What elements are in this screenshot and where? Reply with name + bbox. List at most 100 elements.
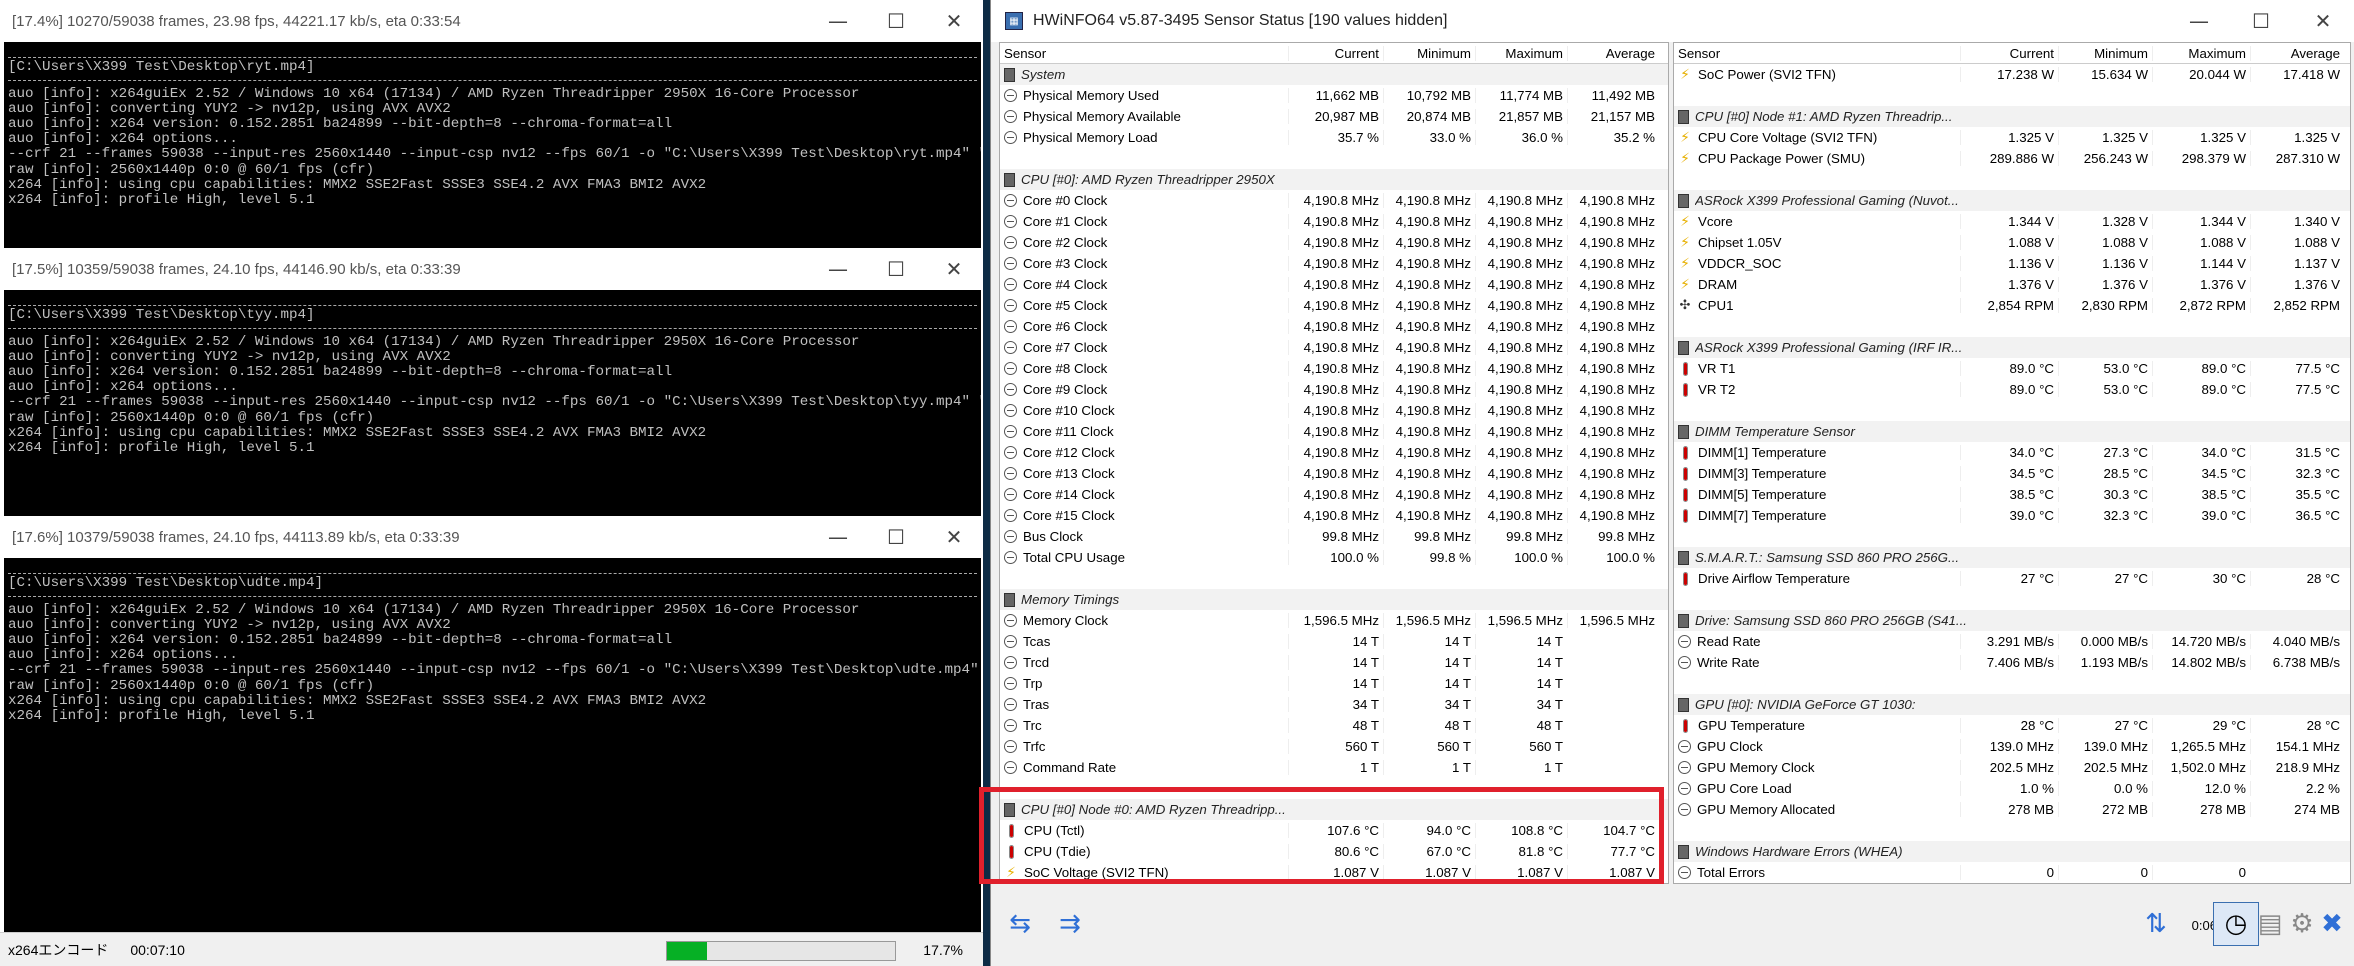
column-header-minimum[interactable]: Minimum	[2058, 45, 2152, 61]
close-button[interactable]: ✕	[925, 525, 983, 549]
sensor-row[interactable]: Drive Airflow Temperature 27 °C 27 °C 30 °C…	[1674, 568, 2350, 589]
sensor-pane-right[interactable]: Sensor Current Minimum Maximum Average ⚡ SoC P…	[1673, 42, 2351, 884]
sensor-row[interactable]: ⚡ Vcore 1.344 V 1.328 V 1.344 V 1.340 V	[1674, 211, 2350, 232]
sensor-row[interactable]: Core #7 Clock 4,190.8 MHz 4,190.8 MHz 4,190…	[1000, 337, 1668, 358]
sensor-row[interactable]: Physical Memory Available 20,987 MB 20,874…	[1000, 106, 1668, 127]
sensor-row[interactable]: CPU (Tctl) 107.6 °C 94.0 °C 108.8 °C 104.7 °…	[1000, 820, 1668, 841]
sensor-row[interactable]: Total CPU Usage 100.0 % 99.8 % 100.0 % 100.0…	[1000, 547, 1668, 568]
sensor-row[interactable]: ⚡ SoC Voltage (SVI2 TFN) 1.087 V 1.087 V 1.0…	[1000, 862, 1668, 883]
sensor-pane-left[interactable]: Sensor Current Minimum Maximum Average System…	[999, 42, 1669, 884]
sensor-row[interactable]: Bus Clock 99.8 MHz 99.8 MHz 99.8 MHz 99.8 MH…	[1000, 526, 1668, 547]
column-header-current[interactable]: Current	[1288, 45, 1383, 61]
sensor-row[interactable]: Core #11 Clock 4,190.8 MHz 4,190.8 MHz 4,19…	[1000, 421, 1668, 442]
sensor-row[interactable]: GPU Temperature 28 °C 27 °C 29 °C 28 °C	[1674, 715, 2350, 736]
console-output[interactable]: [C:\Users\X399 Test\Desktop\udte.mp4] auo…	[4, 558, 981, 932]
close-button[interactable]: ✕	[925, 257, 983, 281]
column-header-maximum[interactable]: Maximum	[2152, 45, 2250, 61]
sensor-group-header[interactable]: CPU [#0] Node #1: AMD Ryzen Threadrip...	[1674, 106, 2350, 127]
sensor-row[interactable]: Read Rate 3.291 MB/s 0.000 MB/s 14.720 MB/s…	[1674, 631, 2350, 652]
hwinfo-titlebar[interactable]: ▦ HWiNFO64 v5.87-3495 Sensor Status [190…	[991, 0, 2354, 42]
sensor-row[interactable]: VR T1 89.0 °C 53.0 °C 89.0 °C 77.5 °C	[1674, 358, 2350, 379]
sensor-row[interactable]: Trfc 560 T 560 T 560 T	[1000, 736, 1668, 757]
sensor-row[interactable]: ✣ CPU1 2,854 RPM 2,830 RPM 2,872 RPM 2,852 RP…	[1674, 295, 2350, 316]
sensor-row[interactable]: Core #15 Clock 4,190.8 MHz 4,190.8 MHz 4,19…	[1000, 505, 1668, 526]
maximize-button[interactable]: ☐	[2230, 9, 2292, 33]
column-header-average[interactable]: Average	[2250, 45, 2344, 61]
column-header-sensor[interactable]: Sensor	[1000, 46, 1288, 61]
sensor-row[interactable]: Core #8 Clock 4,190.8 MHz 4,190.8 MHz 4,190…	[1000, 358, 1668, 379]
sensor-row[interactable]: Tras 34 T 34 T 34 T	[1000, 694, 1668, 715]
sensor-row[interactable]: Core #12 Clock 4,190.8 MHz 4,190.8 MHz 4,19…	[1000, 442, 1668, 463]
sensor-row[interactable]: Core #10 Clock 4,190.8 MHz 4,190.8 MHz 4,19…	[1000, 400, 1668, 421]
sensor-row[interactable]: DIMM[3] Temperature 34.5 °C 28.5 °C 34.5 °C…	[1674, 463, 2350, 484]
sensor-row[interactable]: Core #0 Clock 4,190.8 MHz 4,190.8 MHz 4,190…	[1000, 190, 1668, 211]
column-header-row[interactable]: Sensor Current Minimum Maximum Average	[1000, 43, 1668, 64]
sensor-row[interactable]: GPU Clock 139.0 MHz 139.0 MHz 1,265.5 MHz 15…	[1674, 736, 2350, 757]
sensor-group-header[interactable]: S.M.A.R.T.: Samsung SSD 860 PRO 256G...	[1674, 547, 2350, 568]
sensor-row[interactable]: Core #3 Clock 4,190.8 MHz 4,190.8 MHz 4,190…	[1000, 253, 1668, 274]
sensor-row[interactable]: ⚡ VDDCR_SOC 1.136 V 1.136 V 1.144 V 1.137 V	[1674, 253, 2350, 274]
close-button[interactable]: ✕	[2292, 9, 2354, 33]
sensor-group-header[interactable]: GPU [#0]: NVIDIA GeForce GT 1030:	[1674, 694, 2350, 715]
sensor-group-header[interactable]: System	[1000, 64, 1668, 85]
minimize-button[interactable]: —	[809, 257, 867, 281]
minimize-button[interactable]: —	[809, 9, 867, 33]
exit-icon[interactable]: ✖	[2309, 902, 2354, 946]
close-button[interactable]: ✕	[925, 9, 983, 33]
console-titlebar[interactable]: [17.6%] 10379/59038 frames, 24.10 fps, 4…	[0, 516, 983, 558]
sensor-row[interactable]: ⚡ SoC Power (SVI2 TFN) 17.238 W 15.634 W 20.…	[1674, 64, 2350, 85]
sensor-row[interactable]: Core #14 Clock 4,190.8 MHz 4,190.8 MHz 4,19…	[1000, 484, 1668, 505]
maximize-button[interactable]: ☐	[867, 525, 925, 549]
minimize-button[interactable]: —	[809, 525, 867, 549]
sensor-row[interactable]: Tcas 14 T 14 T 14 T	[1000, 631, 1668, 652]
sensor-row[interactable]: Memory Clock 1,596.5 MHz 1,596.5 MHz 1,596.…	[1000, 610, 1668, 631]
sensor-group-header[interactable]: Windows Hardware Errors (WHEA)	[1674, 841, 2350, 862]
sensor-row[interactable]: Core #4 Clock 4,190.8 MHz 4,190.8 MHz 4,190…	[1000, 274, 1668, 295]
sensor-group-header[interactable]: CPU [#0] Node #0: AMD Ryzen Threadripp..…	[1000, 799, 1668, 820]
column-header-maximum[interactable]: Maximum	[1475, 45, 1567, 61]
sensor-group-header[interactable]: DIMM Temperature Sensor	[1674, 421, 2350, 442]
console-titlebar[interactable]: [17.4%] 10270/59038 frames, 23.98 fps, 4…	[0, 0, 983, 42]
maximize-button[interactable]: ☐	[867, 9, 925, 33]
console-output[interactable]: [C:\Users\X399 Test\Desktop\ryt.mp4] auo …	[4, 42, 981, 248]
sensor-row[interactable]: Core #1 Clock 4,190.8 MHz 4,190.8 MHz 4,190…	[1000, 211, 1668, 232]
sensor-row[interactable]: Write Rate 7.406 MB/s 1.193 MB/s 14.802 MB/…	[1674, 652, 2350, 673]
sensor-row[interactable]: VR T2 89.0 °C 53.0 °C 89.0 °C 77.5 °C	[1674, 379, 2350, 400]
sensor-group-header[interactable]: Drive: Samsung SSD 860 PRO 256GB (S41...	[1674, 610, 2350, 631]
minimize-button[interactable]: —	[2168, 9, 2230, 33]
network-icon[interactable]: ⇅	[2133, 902, 2179, 946]
sensor-group-header[interactable]: ASRock X399 Professional Gaming (Nuvot..…	[1674, 190, 2350, 211]
sensor-row[interactable]: GPU Memory Clock 202.5 MHz 202.5 MHz 1,502.…	[1674, 757, 2350, 778]
sensor-row[interactable]: Physical Memory Load 35.7 % 33.0 % 36.0 % 35…	[1000, 127, 1668, 148]
sensor-row[interactable]: Core #2 Clock 4,190.8 MHz 4,190.8 MHz 4,190…	[1000, 232, 1668, 253]
sensor-row[interactable]: ⚡ DRAM 1.376 V 1.376 V 1.376 V 1.376 V	[1674, 274, 2350, 295]
console-output[interactable]: [C:\Users\X399 Test\Desktop\tyy.mp4] auo …	[4, 290, 981, 518]
sensor-row[interactable]: Total Errors 0 0 0	[1674, 862, 2350, 883]
sensor-row[interactable]: ⚡ CPU Package Power (SMU) 289.886 W 256.243…	[1674, 148, 2350, 169]
sensor-group-header[interactable]: ASRock X399 Professional Gaming (IRF IR.…	[1674, 337, 2350, 358]
sensor-row[interactable]: Trp 14 T 14 T 14 T	[1000, 673, 1668, 694]
scroll-left-icon[interactable]: ⇆	[997, 902, 1043, 946]
column-header-average[interactable]: Average	[1567, 45, 1659, 61]
sensor-row[interactable]: Core #13 Clock 4,190.8 MHz 4,190.8 MHz 4,19…	[1000, 463, 1668, 484]
sensor-row[interactable]: Core #6 Clock 4,190.8 MHz 4,190.8 MHz 4,190…	[1000, 316, 1668, 337]
maximize-button[interactable]: ☐	[867, 257, 925, 281]
column-header-minimum[interactable]: Minimum	[1383, 45, 1475, 61]
sensor-row[interactable]: DIMM[1] Temperature 34.0 °C 27.3 °C 34.0 °C…	[1674, 442, 2350, 463]
sensor-row[interactable]: Trc 48 T 48 T 48 T	[1000, 715, 1668, 736]
sensor-row[interactable]: DIMM[7] Temperature 39.0 °C 32.3 °C 39.0 °C…	[1674, 505, 2350, 526]
sensor-group-header[interactable]: Memory Timings	[1000, 589, 1668, 610]
sensor-row[interactable]: DIMM[5] Temperature 38.5 °C 30.3 °C 38.5 °C…	[1674, 484, 2350, 505]
sensor-row[interactable]: Core #5 Clock 4,190.8 MHz 4,190.8 MHz 4,190…	[1000, 295, 1668, 316]
sensor-row[interactable]: Physical Memory Used 11,662 MB 10,792 MB 11…	[1000, 85, 1668, 106]
sensor-row[interactable]: Trcd 14 T 14 T 14 T	[1000, 652, 1668, 673]
sensor-row[interactable]: Core #9 Clock 4,190.8 MHz 4,190.8 MHz 4,190…	[1000, 379, 1668, 400]
console-titlebar[interactable]: [17.5%] 10359/59038 frames, 24.10 fps, 4…	[0, 248, 983, 290]
sensor-row[interactable]: ⚡ CPU Core Voltage (SVI2 TFN) 1.325 V 1.325…	[1674, 127, 2350, 148]
sensor-row[interactable]: ⚡ Chipset 1.05V 1.088 V 1.088 V 1.088 V 1.088…	[1674, 232, 2350, 253]
column-header-sensor[interactable]: Sensor	[1674, 46, 1960, 61]
sensor-row[interactable]: GPU Memory Allocated 278 MB 272 MB 278 MB 27…	[1674, 799, 2350, 820]
column-header-current[interactable]: Current	[1960, 45, 2058, 61]
collapse-icon[interactable]: ⇉	[1047, 902, 1093, 946]
sensor-group-header[interactable]: CPU [#0]: AMD Ryzen Threadripper 2950X	[1000, 169, 1668, 190]
